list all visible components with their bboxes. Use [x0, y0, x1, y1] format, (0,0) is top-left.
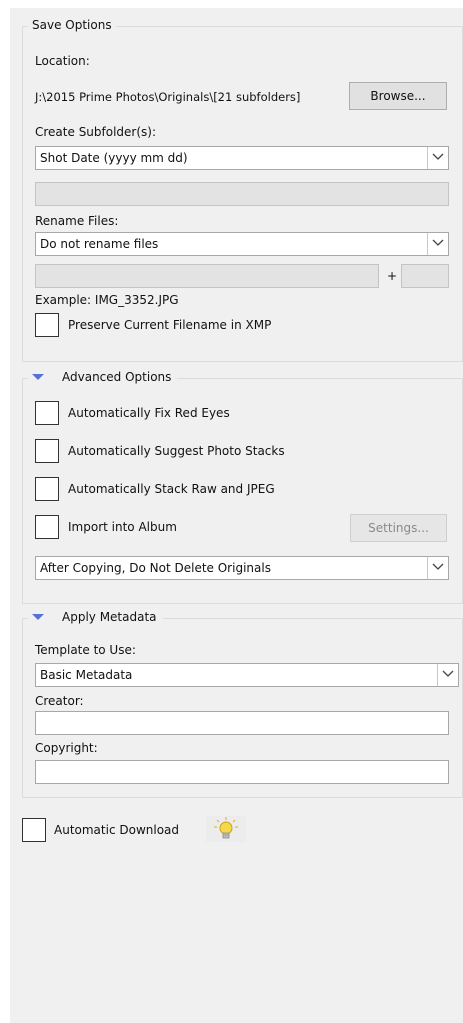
preserve-filename-checkbox[interactable] — [35, 313, 59, 337]
location-label: Location: — [35, 54, 90, 68]
after-copying-value: After Copying, Do Not Delete Originals — [40, 561, 271, 575]
lightbulb-icon — [214, 817, 238, 839]
collapse-triangle-icon[interactable] — [32, 614, 44, 620]
advanced-options-header[interactable]: Advanced Options — [28, 370, 178, 384]
tip-bulb-button[interactable] — [206, 816, 246, 842]
location-path: J:\2015 Prime Photos\Originals\[21 subfo… — [35, 90, 301, 104]
album-settings-button[interactable]: Settings... — [350, 514, 447, 542]
automatic-download-checkbox[interactable] — [22, 818, 46, 842]
collapse-triangle-icon[interactable] — [32, 374, 44, 380]
browse-button[interactable]: Browse... — [349, 82, 447, 110]
advanced-options-legend: Advanced Options — [62, 370, 172, 384]
automatic-download-label: Automatic Download — [54, 823, 180, 837]
suggest-stacks-checkbox[interactable] — [35, 439, 59, 463]
creator-field[interactable] — [35, 711, 449, 735]
fix-red-eyes-label: Automatically Fix Red Eyes — [68, 406, 230, 420]
import-album-checkbox[interactable] — [35, 515, 59, 539]
template-select-value: Basic Metadata — [40, 668, 133, 682]
chevron-down-icon[interactable] — [427, 147, 448, 169]
example-text: Example: IMG_3352.JPG — [35, 293, 179, 307]
template-label: Template to Use: — [35, 643, 136, 657]
rename-select[interactable]: Do not rename files — [35, 232, 449, 256]
apply-metadata-header[interactable]: Apply Metadata — [28, 610, 163, 624]
stack-raw-jpeg-checkbox[interactable] — [35, 477, 59, 501]
template-select[interactable]: Basic Metadata — [35, 663, 459, 687]
copyright-field[interactable] — [35, 760, 449, 784]
subfolder-select[interactable]: Shot Date (yyyy mm dd) — [35, 146, 449, 170]
preserve-filename-label: Preserve Current Filename in XMP — [68, 318, 272, 332]
rename-custom-field — [35, 264, 379, 288]
fix-red-eyes-checkbox[interactable] — [35, 401, 59, 425]
rename-files-label: Rename Files: — [35, 214, 119, 228]
chevron-down-icon[interactable] — [427, 557, 448, 579]
import-options-panel: Save Options Location: J:\2015 Prime Pho… — [10, 8, 463, 1023]
creator-label: Creator: — [35, 694, 84, 708]
stack-raw-jpeg-label: Automatically Stack Raw and JPEG — [68, 482, 275, 496]
rename-number-field — [401, 264, 449, 288]
suggest-stacks-label: Automatically Suggest Photo Stacks — [68, 444, 285, 458]
create-subfolder-label: Create Subfolder(s): — [35, 125, 157, 139]
chevron-down-icon[interactable] — [427, 233, 448, 255]
after-copying-select[interactable]: After Copying, Do Not Delete Originals — [35, 556, 449, 580]
save-options-legend: Save Options — [28, 18, 116, 32]
copyright-label: Copyright: — [35, 741, 98, 755]
subfolder-select-value: Shot Date (yyyy mm dd) — [40, 151, 188, 165]
plus-label: + — [387, 269, 398, 283]
rename-select-value: Do not rename files — [40, 237, 159, 251]
subfolder-custom-field — [35, 182, 449, 206]
import-album-label: Import into Album — [68, 520, 177, 534]
apply-metadata-legend: Apply Metadata — [62, 610, 157, 624]
chevron-down-icon[interactable] — [437, 664, 458, 686]
